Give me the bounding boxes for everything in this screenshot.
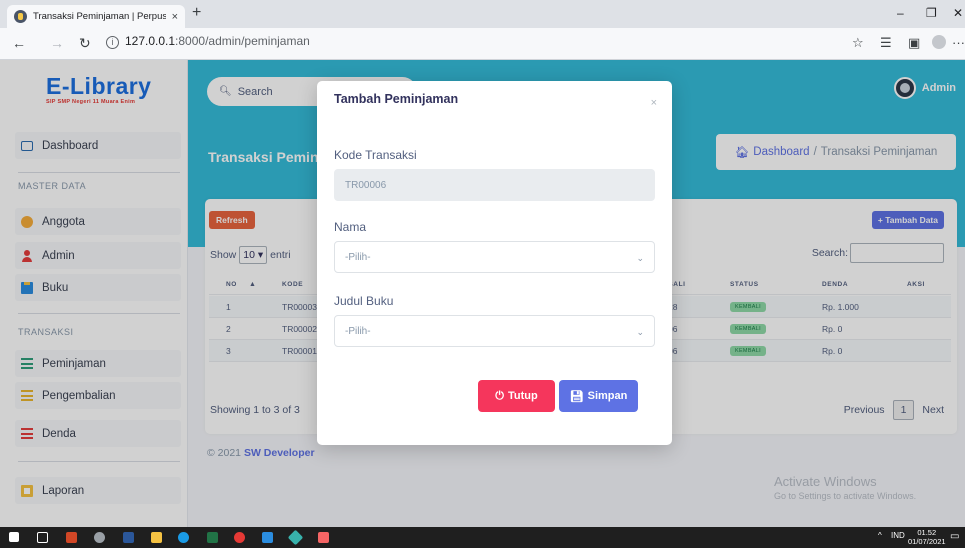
- clock[interactable]: 01.52 01/07/2021: [908, 528, 946, 546]
- powerpoint-icon[interactable]: [66, 532, 77, 543]
- modal-close-icon[interactable]: ×: [651, 97, 657, 109]
- windows-taskbar: ^ IND 01.52 01/07/2021 ▭: [0, 527, 965, 548]
- chevron-down-icon: ⌄: [636, 327, 644, 337]
- recorder-icon[interactable]: [234, 532, 245, 543]
- modal-title: Tambah Peminjaman: [334, 92, 459, 106]
- window-close-icon[interactable]: ✕: [953, 6, 963, 20]
- browser-tab[interactable]: Transaksi Peminjaman | Perpusta ×: [7, 5, 185, 28]
- word-icon[interactable]: [123, 532, 134, 543]
- tab-close-icon[interactable]: ×: [172, 11, 178, 23]
- windows-start-icon[interactable]: [9, 532, 19, 542]
- chevron-down-icon: ⌄: [636, 253, 644, 263]
- back-icon[interactable]: ←: [12, 35, 26, 51]
- clock-time: 01.52: [917, 528, 937, 537]
- kode-value: TR00006: [345, 179, 387, 191]
- tutup-label: Tutup: [507, 390, 538, 402]
- nama-select[interactable]: -Pilih- ⌄: [334, 241, 655, 273]
- power-icon: ⏻: [495, 389, 504, 402]
- vscode-icon[interactable]: [287, 529, 304, 546]
- site-favicon-icon: [14, 10, 27, 23]
- nama-label: Nama: [334, 220, 367, 234]
- nama-placeholder: -Pilih-: [345, 251, 371, 263]
- task-view-icon[interactable]: [37, 532, 48, 543]
- file-explorer-icon[interactable]: [151, 532, 162, 543]
- xampp-icon[interactable]: [318, 532, 329, 543]
- tutup-button[interactable]: ⏻ Tutup: [478, 380, 555, 412]
- language-indicator[interactable]: IND: [891, 531, 905, 540]
- kode-label: Kode Transaksi: [334, 148, 417, 162]
- add-loan-modal: Tambah Peminjaman × Kode Transaksi TR000…: [317, 81, 672, 445]
- favorites-icon[interactable]: ☰: [880, 35, 892, 51]
- more-icon[interactable]: ···: [952, 35, 965, 50]
- forward-icon[interactable]: →: [50, 35, 64, 51]
- restore-icon[interactable]: ❐: [926, 6, 937, 20]
- clock-date: 01/07/2021: [908, 537, 946, 546]
- minimize-icon[interactable]: –: [897, 6, 904, 20]
- browser-tabbar: Transaksi Peminjaman | Perpusta × + – ❐ …: [0, 0, 965, 28]
- simpan-label: Simpan: [587, 390, 628, 402]
- favorite-add-icon[interactable]: ☆: [852, 35, 864, 51]
- tab-title: Transaksi Peminjaman | Perpusta: [33, 11, 166, 22]
- profile-icon[interactable]: [932, 35, 946, 49]
- mail-icon[interactable]: [262, 532, 273, 543]
- reload-icon[interactable]: ↻: [79, 35, 91, 52]
- app-viewport: E-Library SIP SMP Negeri 11 Muara Enim D…: [0, 60, 965, 527]
- site-info-icon[interactable]: i: [106, 36, 119, 49]
- judul-buku-select[interactable]: -Pilih- ⌄: [334, 315, 655, 347]
- chevron-up-icon[interactable]: ^: [878, 531, 882, 540]
- notification-icon[interactable]: ▭: [950, 531, 959, 542]
- url-field[interactable]: 127.0.0.1:8000/admin/peminjaman: [125, 34, 310, 48]
- excel-icon[interactable]: [207, 532, 218, 543]
- collections-icon[interactable]: ▣: [908, 35, 920, 51]
- edge-icon[interactable]: [178, 532, 189, 543]
- judul-label: Judul Buku: [334, 294, 394, 308]
- judul-placeholder: -Pilih-: [345, 325, 371, 337]
- simpan-button[interactable]: 💾︎ Simpan: [559, 380, 638, 412]
- save-icon: 💾︎: [569, 390, 584, 403]
- settings-gear-icon[interactable]: [94, 532, 105, 543]
- address-bar: ← → ↻ i 127.0.0.1:8000/admin/peminjaman …: [0, 28, 965, 60]
- new-tab-button[interactable]: +: [192, 4, 201, 22]
- kode-transaksi-field: TR00006: [334, 169, 655, 201]
